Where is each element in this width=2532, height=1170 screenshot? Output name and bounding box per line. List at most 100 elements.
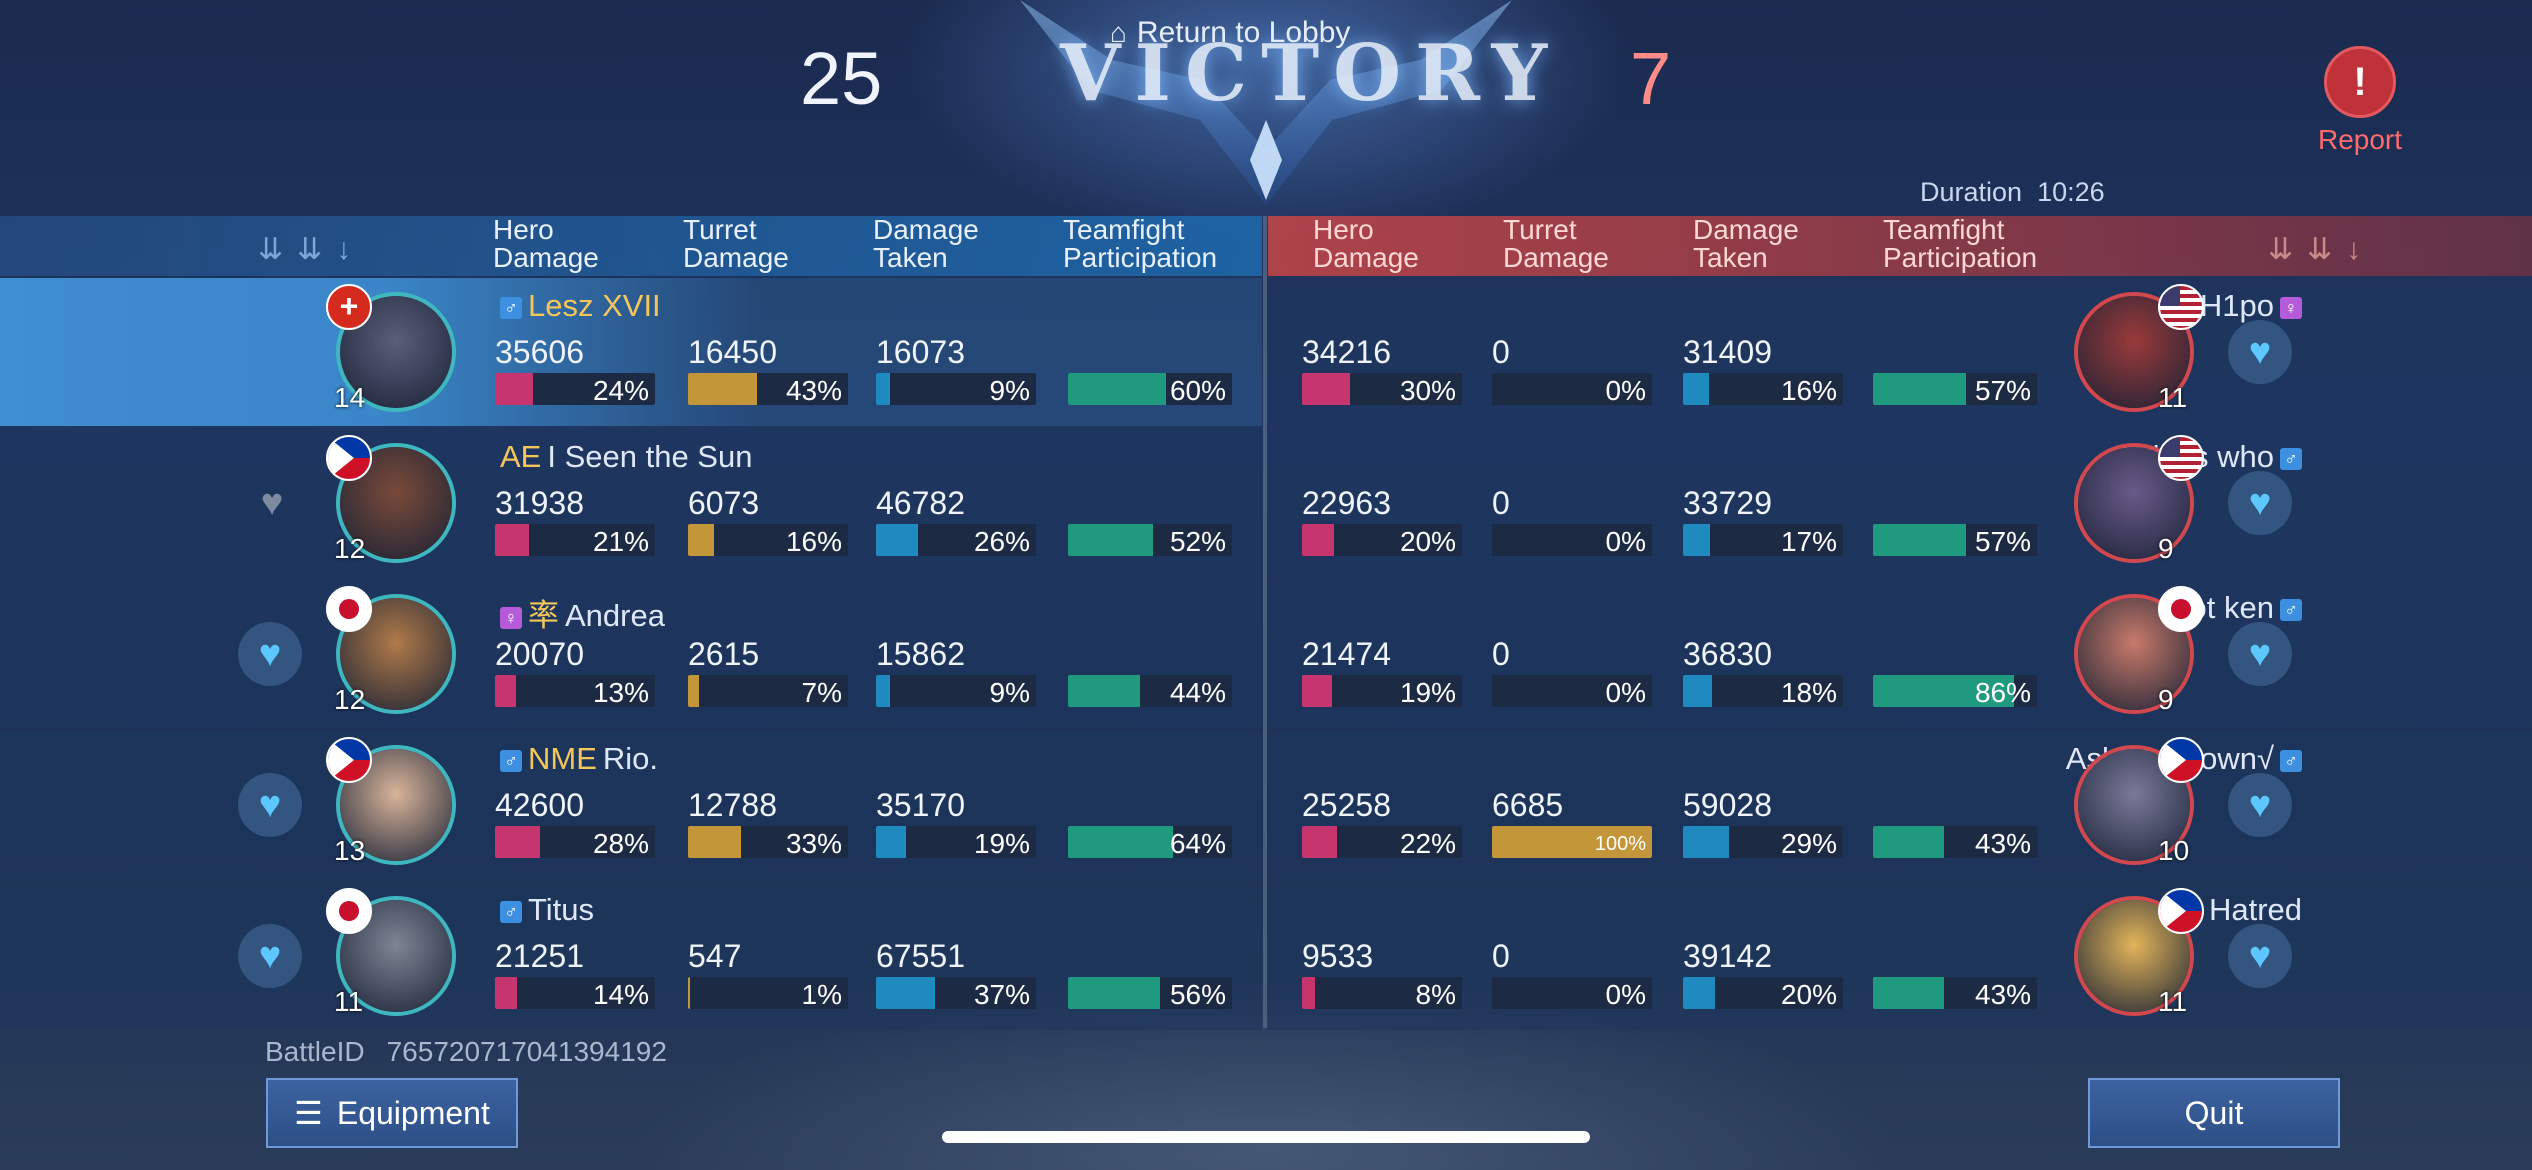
hd-bar-fill (495, 524, 529, 556)
tp-percent: 52% (1169, 526, 1226, 556)
tp-bar-fill (1873, 373, 1966, 405)
player-row-right[interactable]: Who's who♂2296303372920%0%17%57%9♥ (1268, 429, 2532, 577)
heart-icon[interactable]: ♥ (238, 924, 302, 988)
squad-tag: AE (500, 439, 542, 474)
td-bar-fill (688, 977, 690, 1009)
player-name-text: Lesz XVII (528, 288, 661, 323)
hd-bar: 28% (495, 826, 655, 858)
dt-bar: 16% (1683, 373, 1843, 405)
dt-bar: 18% (1683, 675, 1843, 707)
squad-tag: NME (528, 741, 597, 776)
heart-icon[interactable]: ♥ (238, 622, 302, 686)
heart-icon[interactable]: ♥ (2228, 924, 2292, 988)
female-icon: ♀ (2280, 297, 2302, 319)
turret-damage-value: 6073 (688, 485, 760, 521)
dt-bar-fill (1683, 373, 1709, 405)
tp-bar-fill (1068, 373, 1166, 405)
damage-taken-value: 39142 (1683, 938, 1772, 974)
hero-damage-value: 31938 (495, 485, 584, 521)
heart-icon[interactable]: ♥ (2228, 471, 2292, 535)
hd-percent: 30% (1399, 375, 1456, 405)
japan-flag-icon (326, 888, 372, 934)
td-percent: 43% (785, 375, 842, 405)
damage-taken-value: 35170 (876, 787, 965, 823)
hd-percent: 19% (1399, 677, 1456, 707)
match-duration: Duration 10:26 (1920, 177, 2105, 208)
sort-arrows-icon[interactable]: ⇊⇊↓ (258, 232, 365, 267)
player-row-left[interactable]: ♥ 11 ♂ Titus 21251 547 67551 14% 1% 37% 56% (0, 882, 1262, 1030)
heart-icon[interactable]: ♥ (240, 471, 304, 535)
col-hero-damage: Hero Damage (493, 214, 599, 273)
turret-damage-value: 16450 (688, 334, 777, 370)
tp-percent: 43% (1974, 828, 2031, 858)
hd-percent: 20% (1399, 526, 1456, 556)
td-percent: 100% (1594, 833, 1646, 855)
report-label: Report (2317, 124, 2403, 155)
td-bar-fill (688, 826, 741, 858)
male-icon: ♂ (500, 297, 522, 319)
hd-percent: 28% (592, 828, 649, 858)
tp-percent: 64% (1169, 828, 1226, 858)
td-bar: 33% (688, 826, 848, 858)
team-score-right: 7 (1630, 37, 1672, 120)
hd-percent: 14% (592, 979, 649, 1009)
dt-bar-fill (1683, 977, 1715, 1009)
col-damage-taken: Damage Taken (873, 214, 979, 273)
turret-damage-value: 0 (1492, 636, 1510, 672)
turret-damage-value: 0 (1492, 938, 1510, 974)
hero-level: 13 (334, 835, 366, 866)
td-bar: 7% (688, 675, 848, 707)
heart-icon[interactable]: ♥ (2228, 320, 2292, 384)
player-name: AE I Seen the Sun (500, 439, 752, 475)
hd-bar-fill (1302, 675, 1332, 707)
report-button[interactable]: ! Report (2310, 46, 2410, 156)
hero-level: 11 (334, 986, 364, 1017)
heart-icon[interactable]: ♥ (2228, 773, 2292, 837)
return-to-lobby-button[interactable]: ⌂ Return to Lobby (1110, 16, 1350, 50)
heart-icon[interactable]: ♥ (238, 773, 302, 837)
hero-damage-value: 25258 (1302, 787, 1391, 823)
tp-bar-fill (1873, 826, 1944, 858)
hero-level: 12 (334, 533, 366, 564)
home-indicator[interactable] (942, 1131, 1590, 1143)
hero-level: 10 (2158, 835, 2190, 866)
player-row-right[interactable]: H1po ♀ 34216 0 31409 30% 0% 16% 57% 11 ♥ (1268, 278, 2532, 426)
team-divider (1263, 216, 1267, 1028)
turret-damage-value: 2615 (688, 636, 760, 672)
male-icon: ♂ (2280, 448, 2302, 470)
turret-damage-value: 12788 (688, 787, 777, 823)
player-row-left[interactable]: ♥ 12 ♀ 率 Andrea 20070 2615 15862 13% 7% 9% 44% (0, 580, 1262, 728)
tp-bar: 44% (1068, 675, 1232, 707)
hd-percent: 8% (1415, 979, 1456, 1009)
damage-taken-value: 31409 (1683, 334, 1772, 370)
hd-percent: 13% (592, 677, 649, 707)
heart-icon[interactable]: ♥ (2228, 622, 2292, 686)
tp-bar-fill (1873, 977, 1944, 1009)
player-row-left[interactable]: ♥ 12 AE I Seen the Sun 31938 6073 46782 21% 16% 2… (0, 429, 1262, 577)
quit-button[interactable]: Quit (2088, 1078, 2340, 1148)
td-percent: 0% (1605, 677, 1646, 707)
td-percent: 0% (1605, 979, 1646, 1009)
player-row-right[interactable]: Hatred 9533 0 39142 8% 0% 20% 43% 11 ♥ (1268, 882, 2532, 1030)
turret-damage-value: 6685 (1492, 787, 1564, 823)
player-row-right[interactable]: ur not ken ♂ 21474 0 36830 19% 0% 18% 86% 9 ♥ (1268, 580, 2532, 728)
player-row-right[interactable]: Asl•|Unknown√♂2525866855902822%100%29%43… (1268, 731, 2532, 879)
damage-taken-value: 33729 (1683, 485, 1772, 521)
turret-damage-value: 0 (1492, 334, 1510, 370)
hd-bar: 30% (1302, 373, 1462, 405)
col-turret-damage: Turret Damage (683, 214, 789, 273)
player-row-left[interactable]: +14 ♂ Lesz XVII 35606 16450 16073 24% 43% 9% 60% (0, 278, 1262, 426)
tp-bar: 64% (1068, 826, 1232, 858)
td-bar: 0% (1492, 675, 1652, 707)
sort-arrows-icon[interactable]: ⇊⇊↓ (2268, 232, 2375, 267)
hd-bar: 21% (495, 524, 655, 556)
equipment-button[interactable]: ☰ Equipment (266, 1078, 518, 1148)
player-row-left[interactable]: ♥ 13 ♂ NME Rio. 42600 12788 35170 28% 33% 19% 64% (0, 731, 1262, 879)
philippines-flag-icon (2158, 888, 2204, 934)
damage-taken-value: 59028 (1683, 787, 1772, 823)
male-icon: ♂ (2280, 599, 2302, 621)
hero-damage-value: 9533 (1302, 938, 1374, 974)
tp-bar: 60% (1068, 373, 1232, 405)
philippines-flag-icon (2158, 737, 2204, 783)
tp-bar-fill (1068, 524, 1153, 556)
